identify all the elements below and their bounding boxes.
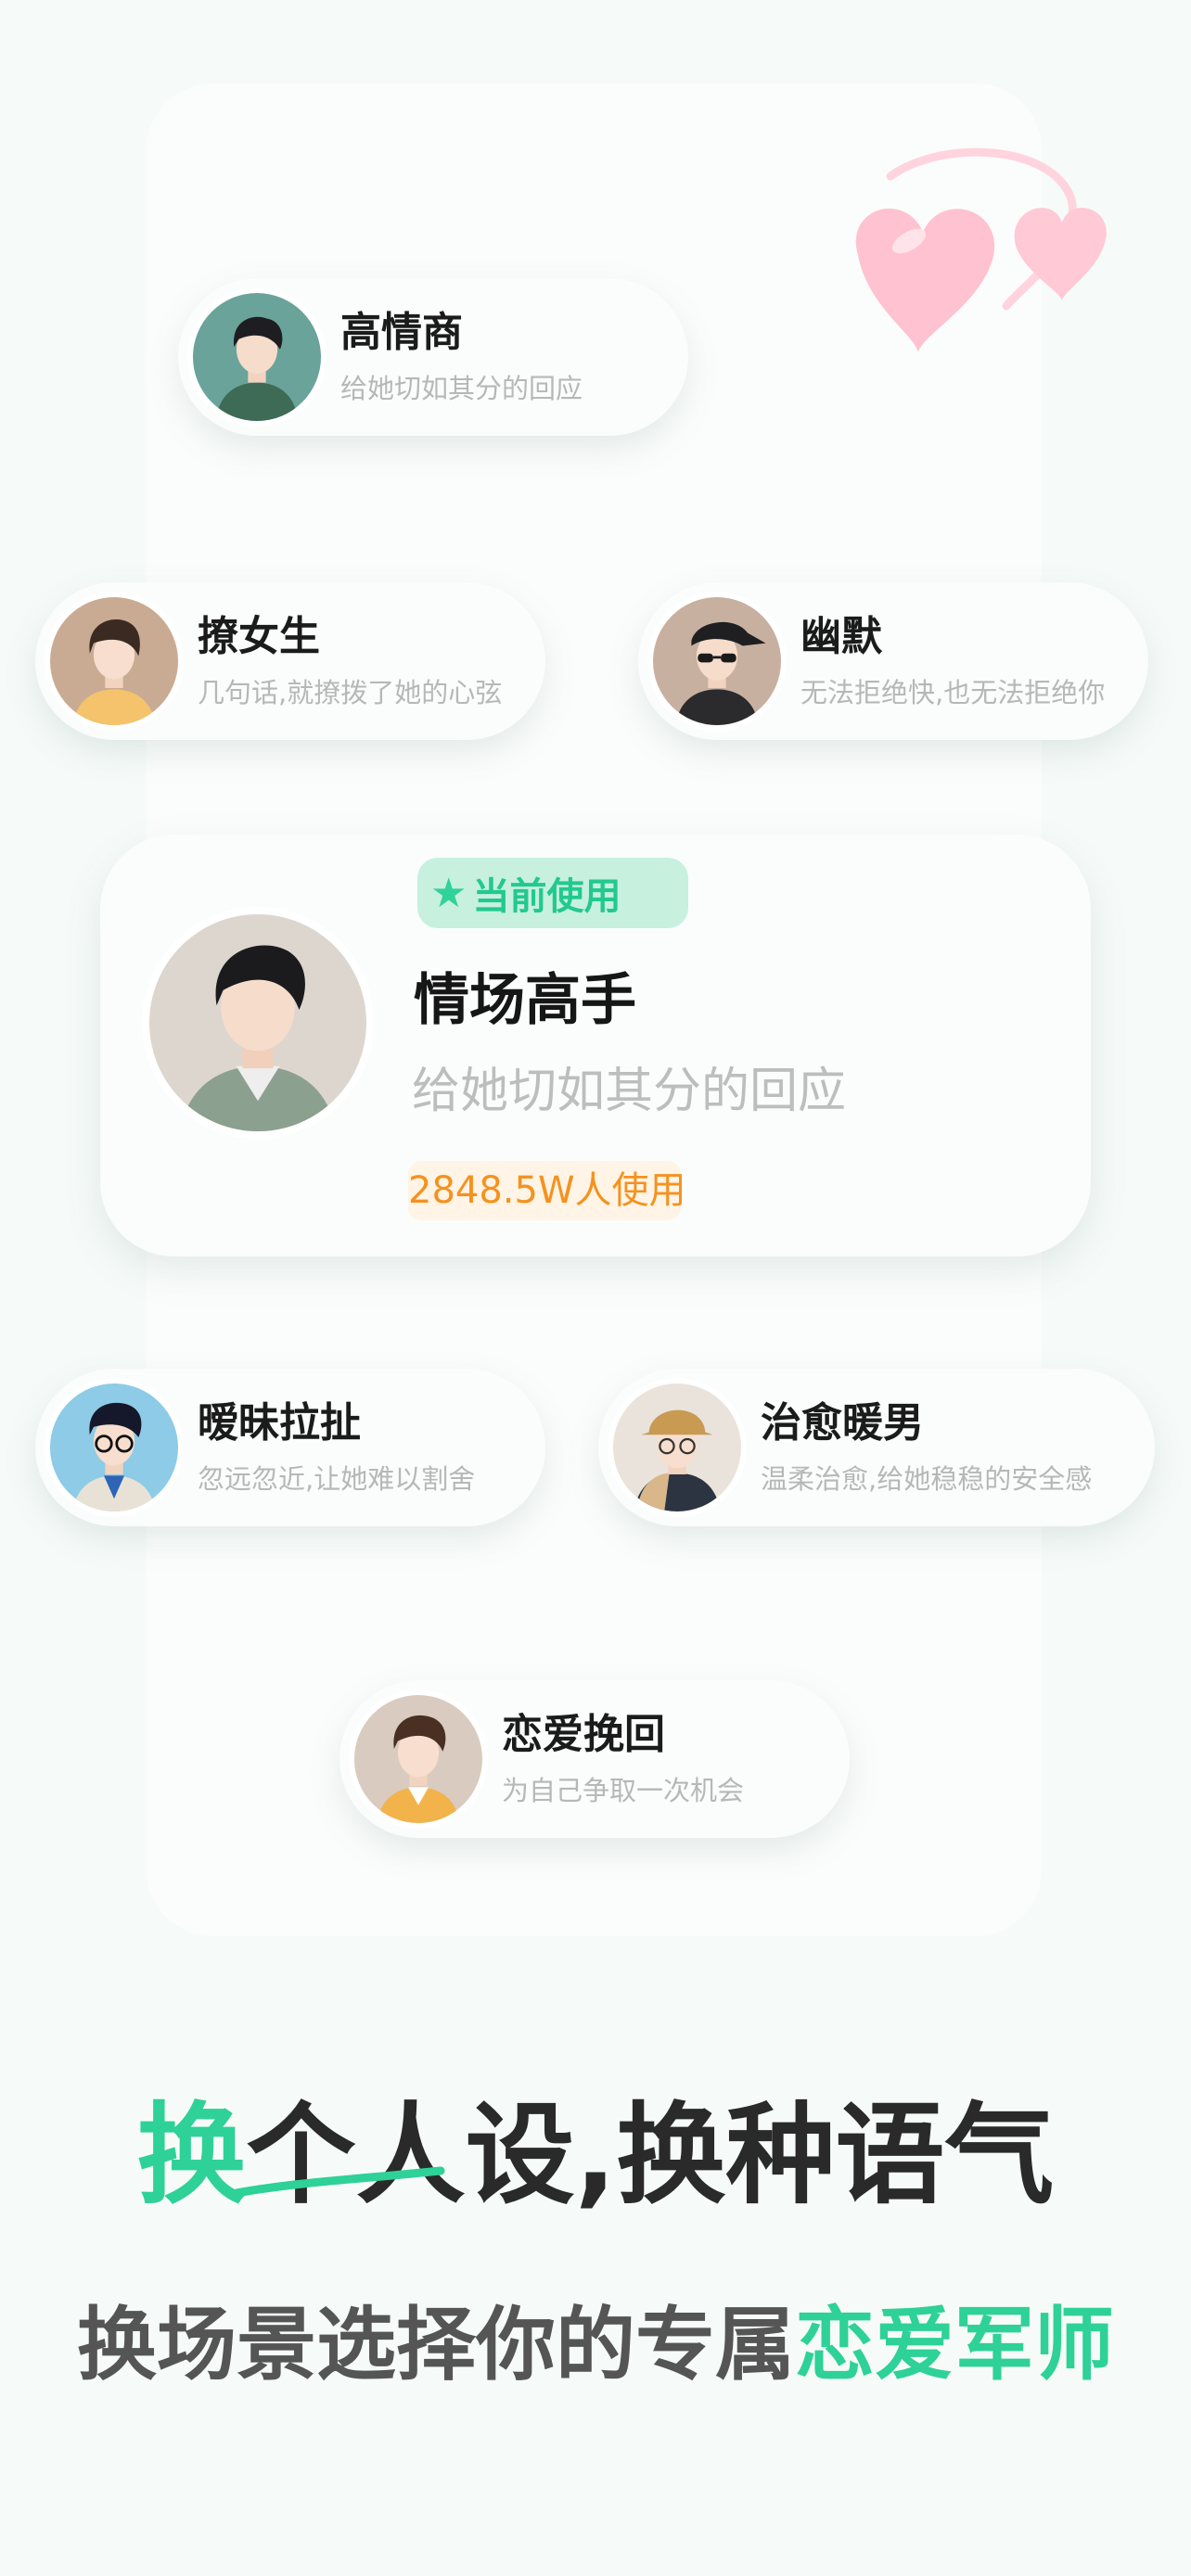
persona-desc: 几句话,就撩拨了她的心弦	[198, 677, 503, 708]
persona-name: 治愈暖男	[761, 1399, 924, 1447]
featured-persona-card[interactable]: ★ 当前使用 情场高手 给她切如其分的回应 2848.5W人使用	[100, 835, 1091, 1256]
persona-card-ambiguous[interactable]: 暧昧拉扯 忽远忽近,让她难以割舍	[35, 1369, 545, 1526]
persona-card-warm[interactable]: 治愈暖男 温柔治愈,给她稳稳的安全感	[598, 1369, 1155, 1526]
avatar	[647, 592, 787, 731]
persona-card-win-back[interactable]: 恋爱挽回 为自己争取一次机会	[339, 1680, 850, 1838]
persona-card-high-eq[interactable]: 高情商 给她切如其分的回应	[178, 278, 688, 436]
persona-name: 恋爱挽回	[502, 1711, 665, 1758]
avatar	[608, 1378, 747, 1517]
persona-desc: 为自己争取一次机会	[502, 1775, 745, 1806]
featured-name: 情场高手	[414, 968, 636, 1033]
persona-desc: 忽远忽近,让她难以割舍	[198, 1463, 476, 1495]
persona-name: 幽默	[800, 613, 882, 660]
persona-card-flirt[interactable]: 撩女生 几句话,就撩拨了她的心弦	[35, 582, 545, 740]
persona-name: 撩女生	[198, 613, 320, 660]
avatar	[142, 907, 374, 1139]
featured-desc: 给她切如其分的回应	[412, 1064, 847, 1119]
current-use-badge: ★ 当前使用	[417, 858, 688, 928]
avatar	[45, 592, 184, 731]
persona-desc: 温柔治愈,给她稳稳的安全感	[761, 1463, 1093, 1495]
subline: 换场景选择你的专属恋爱军师	[0, 2279, 1191, 2395]
avatar	[45, 1378, 184, 1517]
persona-card-humor[interactable]: 幽默 无法拒绝快,也无法拒绝你	[638, 582, 1148, 740]
underline-decoration	[232, 2166, 445, 2198]
usage-count-badge: 2848.5W人使用	[408, 1161, 686, 1220]
badge-label: 当前使用	[472, 875, 621, 918]
headline-accent: 换	[136, 2091, 247, 2219]
persona-name: 暧昧拉扯	[198, 1399, 361, 1447]
persona-desc: 给她切如其分的回应	[340, 373, 583, 404]
avatar	[187, 287, 327, 427]
persona-name: 高情商	[340, 309, 463, 356]
headline: 换个人设,换种语气	[0, 2066, 1191, 2225]
star-icon: ★	[430, 869, 467, 917]
persona-desc: 无法拒绝快,也无法拒绝你	[800, 677, 1106, 708]
avatar	[349, 1690, 488, 1829]
subline-accent: 恋爱军师	[795, 2299, 1114, 2391]
hearts-icon	[855, 147, 1107, 352]
subline-main: 换场景选择你的专属	[77, 2299, 795, 2391]
